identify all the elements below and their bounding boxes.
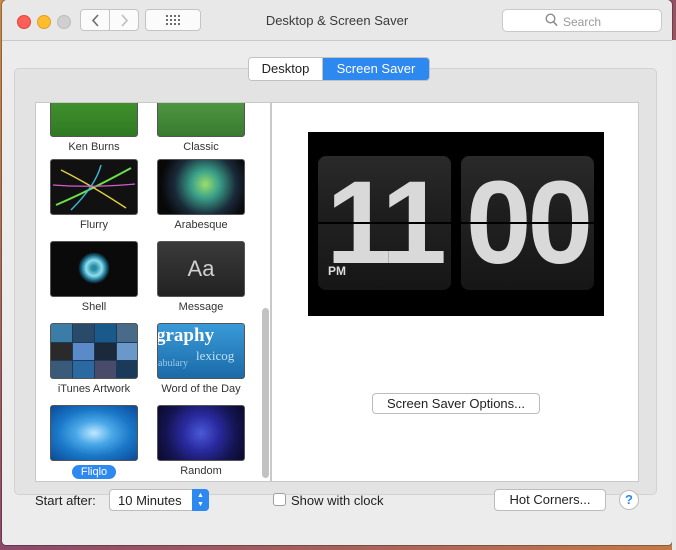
search-icon xyxy=(545,13,558,27)
ampm-label: PM xyxy=(328,264,346,278)
saver-item-message[interactable]: Aa Message xyxy=(157,241,245,313)
message-thumb-text: Aa xyxy=(187,256,215,281)
show-all-button[interactable] xyxy=(145,9,201,31)
saver-label: Flurry xyxy=(79,219,109,231)
saver-label: Classic xyxy=(183,141,219,153)
flip-divider xyxy=(461,222,594,224)
help-button[interactable]: ? xyxy=(619,490,639,510)
chevron-left-icon xyxy=(91,13,99,27)
back-button[interactable] xyxy=(80,9,110,31)
saver-label: Shell xyxy=(81,301,107,313)
saver-item-classic[interactable]: Classic xyxy=(157,103,245,153)
title-bar: Desktop & Screen Saver xyxy=(2,0,672,41)
show-with-clock-checkbox[interactable] xyxy=(273,493,286,506)
saver-item-ken-burns[interactable]: Ken Burns xyxy=(50,103,138,153)
tab-bar: Desktop Screen Saver xyxy=(248,57,430,81)
itunes-artwork-thumbnail xyxy=(50,323,138,379)
fliqlo-thumbnail xyxy=(50,405,138,461)
saver-item-word-of-the-day[interactable]: graphy lexicog abulary Word of the Day xyxy=(157,323,245,395)
list-scrollbar-thumb[interactable] xyxy=(262,308,269,478)
forward-button[interactable] xyxy=(109,9,139,31)
grid-icon xyxy=(166,15,180,25)
ken-burns-thumbnail xyxy=(50,103,138,137)
arabesque-thumbnail xyxy=(157,159,245,215)
saver-item-itunes-artwork[interactable]: iTunes Artwork xyxy=(50,323,138,395)
word-thumb-text: graphy xyxy=(157,325,215,346)
saver-item-random[interactable]: Random xyxy=(157,405,245,477)
saver-label: Word of the Day xyxy=(161,383,241,395)
screen-saver-options-button[interactable]: Screen Saver Options... xyxy=(372,393,540,414)
background-window-edge xyxy=(672,40,676,550)
close-window-button[interactable] xyxy=(17,15,31,29)
saver-item-flurry[interactable]: Flurry xyxy=(50,159,138,231)
word-of-the-day-thumbnail: graphy lexicog abulary xyxy=(157,323,245,379)
search-field[interactable] xyxy=(502,9,662,32)
saver-label: Message xyxy=(178,301,224,313)
saver-item-shell[interactable]: Shell xyxy=(50,241,138,313)
message-thumbnail: Aa xyxy=(157,241,245,297)
window-title: Desktop & Screen Saver xyxy=(265,13,409,28)
saver-label: Arabesque xyxy=(174,219,228,231)
screen-saver-list[interactable]: Ken Burns Classic Flurry Arabesque Shell… xyxy=(35,102,271,482)
saver-label-selected: Fliqlo xyxy=(71,465,117,479)
shell-thumbnail xyxy=(50,241,138,297)
classic-thumbnail xyxy=(157,103,245,137)
flip-divider xyxy=(318,222,451,224)
tab-screen-saver[interactable]: Screen Saver xyxy=(323,58,429,80)
saver-item-arabesque[interactable]: Arabesque xyxy=(157,159,245,231)
flip-hours-card: 11 PM xyxy=(318,156,451,290)
preferences-window: Desktop & Screen Saver Desktop Screen Sa… xyxy=(2,0,672,545)
hot-corners-button[interactable]: Hot Corners... xyxy=(494,489,606,511)
saver-label: iTunes Artwork xyxy=(57,383,131,395)
preview-area: 11 PM 00 Screen Saver Options... xyxy=(271,102,639,482)
tab-desktop[interactable]: Desktop xyxy=(249,58,323,80)
random-thumbnail xyxy=(157,405,245,461)
saver-item-fliqlo[interactable]: Fliqlo xyxy=(50,405,138,479)
word-thumb-text-2: lexicog xyxy=(196,348,235,363)
saver-label: Random xyxy=(180,465,222,477)
flurry-thumbnail xyxy=(50,159,138,215)
chevron-right-icon xyxy=(120,13,128,27)
show-with-clock-label[interactable]: Show with clock xyxy=(291,493,383,508)
start-after-value: 10 Minutes xyxy=(118,493,182,508)
start-after-select[interactable]: 10 Minutes ▲ ▼ xyxy=(109,489,209,511)
flip-minutes-card: 00 xyxy=(461,156,594,290)
search-input[interactable] xyxy=(561,12,661,31)
saver-label: Ken Burns xyxy=(68,141,120,153)
screen-saver-preview: 11 PM 00 xyxy=(308,132,604,316)
minimize-window-button[interactable] xyxy=(37,15,51,29)
word-thumb-text-3: abulary xyxy=(158,358,188,369)
start-after-label: Start after: xyxy=(35,493,96,508)
zoom-window-button[interactable] xyxy=(57,15,71,29)
select-arrows-icon: ▲ ▼ xyxy=(192,489,209,511)
list-scrollbar[interactable] xyxy=(258,103,270,481)
